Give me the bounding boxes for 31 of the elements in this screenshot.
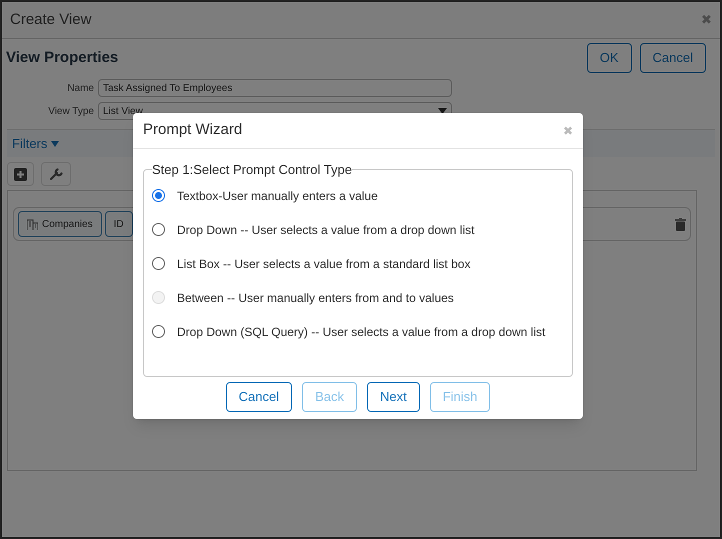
close-button[interactable]: ✖	[563, 122, 573, 140]
filter-chip[interactable]: Companies	[18, 211, 102, 237]
settings-button[interactable]	[41, 162, 71, 186]
plus-icon	[14, 168, 27, 180]
section-title: View Properties	[6, 48, 118, 68]
radio-button[interactable]	[152, 223, 165, 236]
wizard-button[interactable]: Cancel	[226, 382, 292, 412]
building-icon	[27, 218, 38, 230]
radio-button[interactable]	[152, 189, 165, 202]
filter-chip[interactable]: ID	[104, 211, 133, 237]
option-label: Between -- User manually enters from and to values	[177, 290, 454, 306]
filters-toggle[interactable]: Filters	[12, 134, 60, 154]
window-title: Create View	[10, 10, 92, 30]
dialog-title: Prompt Wizard	[143, 120, 242, 140]
trash-icon[interactable]	[675, 218, 686, 230]
option-label: Drop Down (SQL Query) -- User selects a value from a drop down list	[177, 324, 546, 340]
radio-button[interactable]	[152, 325, 165, 338]
header-button[interactable]: Cancel	[640, 43, 706, 73]
wizard-button[interactable]: Next	[366, 382, 420, 412]
radio-button[interactable]	[152, 257, 165, 270]
add-button[interactable]	[7, 162, 34, 186]
close-button[interactable]: ✖	[701, 10, 712, 30]
name-field[interactable]: Task Assigned To Employees	[98, 79, 452, 97]
field-label: View Type	[47, 104, 95, 118]
option-label: List Box -- User selects a value from a standard list box	[177, 256, 470, 272]
group-legend: Step 1:Select Prompt Control Type	[152, 160, 352, 180]
field-label: Name	[66, 82, 95, 96]
option-label: Drop Down -- User selects a value from a drop down list	[177, 222, 474, 238]
wrench-icon	[49, 167, 63, 181]
header-button[interactable]: OK	[586, 43, 632, 73]
option-label: Textbox-User manually enters a value	[177, 188, 378, 204]
